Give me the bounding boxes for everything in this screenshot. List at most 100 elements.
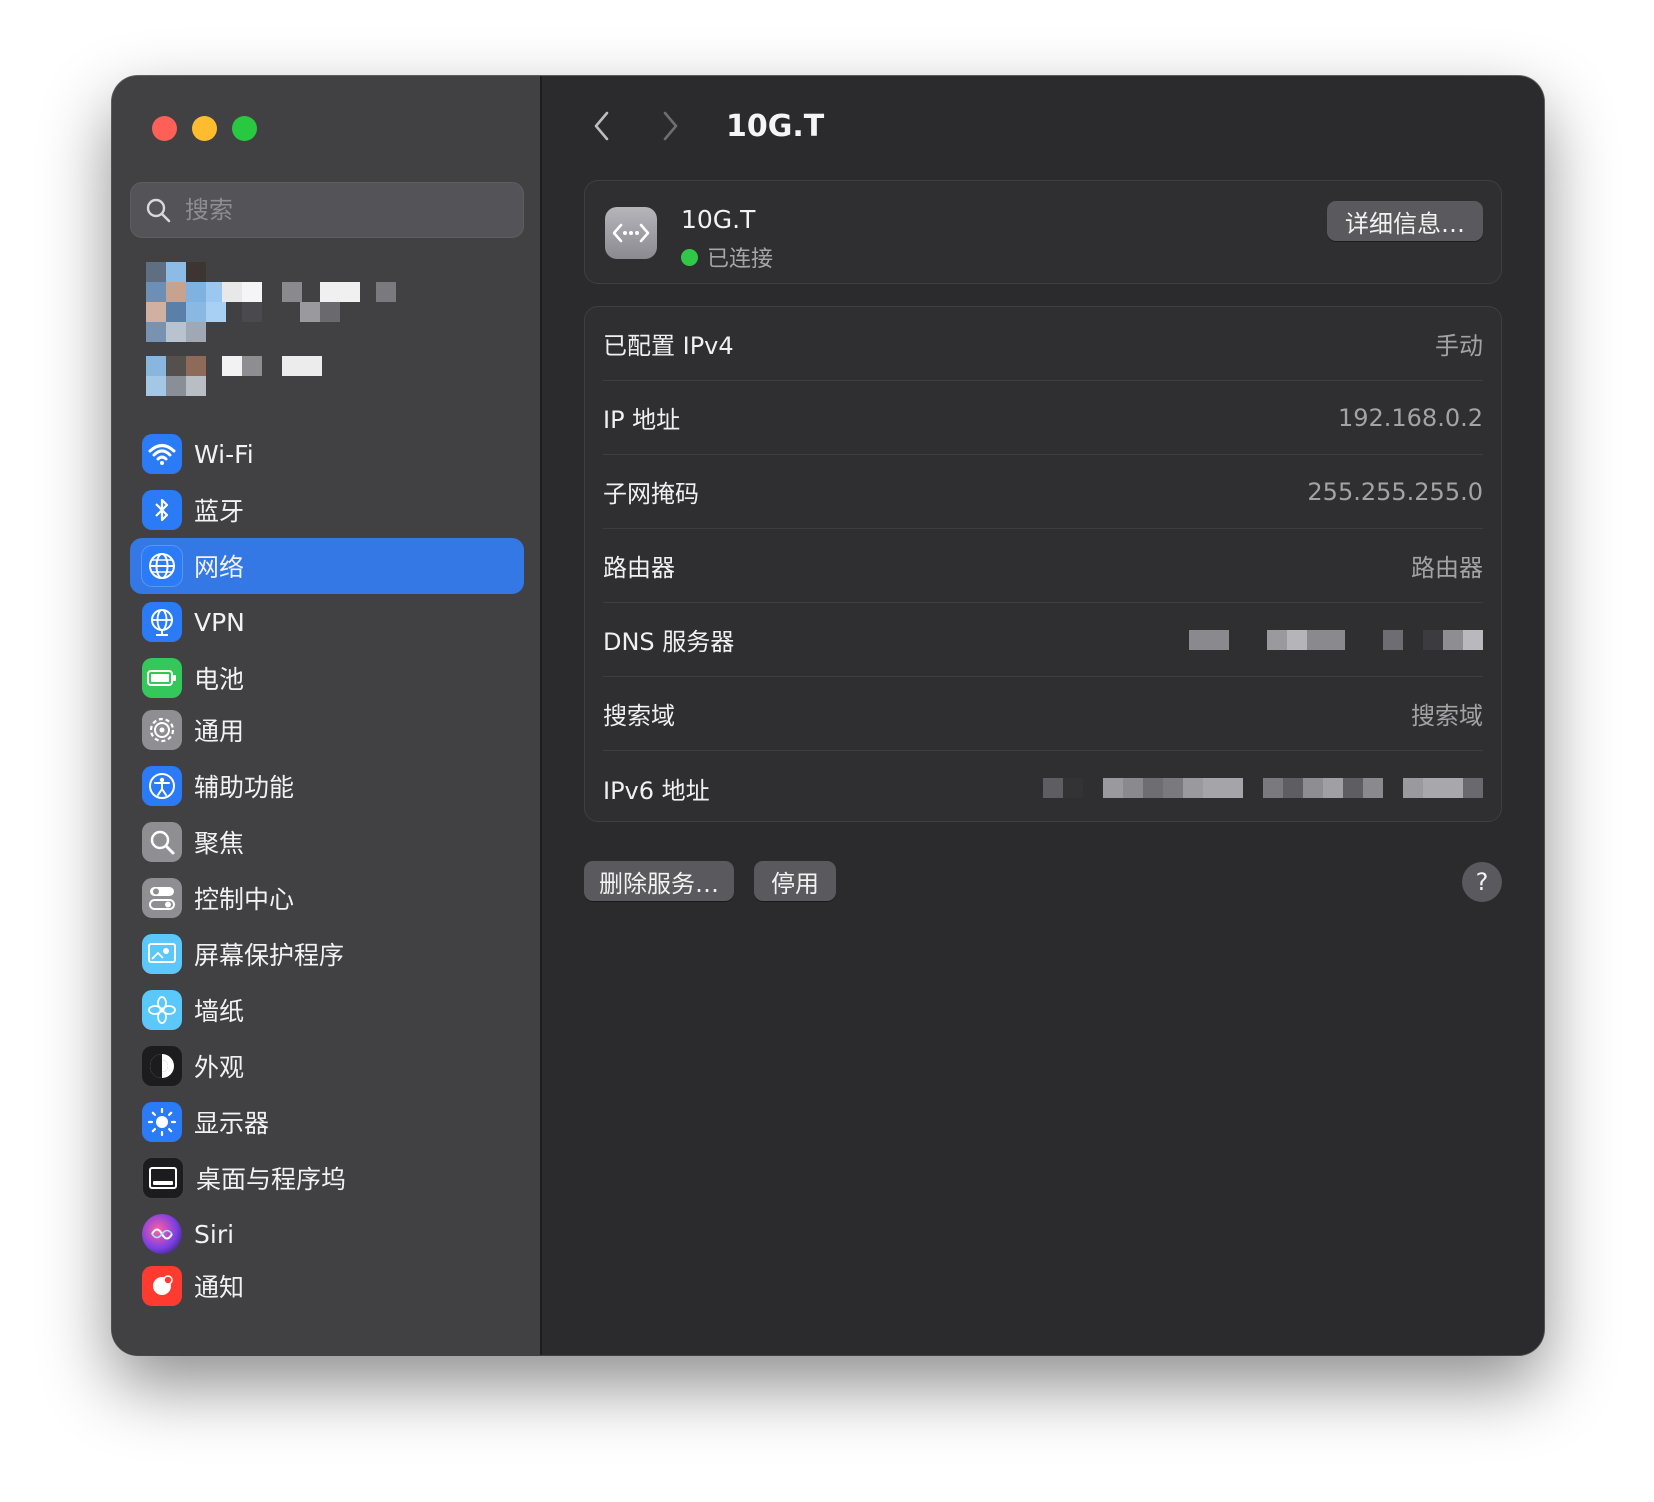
dns-value-pixelated [1189,629,1483,650]
sidebar-item-label: Siri [194,1219,235,1249]
appearance-icon [142,1046,182,1086]
sidebar-item-wifi[interactable]: Wi-Fi [130,426,524,482]
sidebar-item-label: 墙纸 [194,997,245,1026]
sidebar-item-spotlight[interactable]: 聚焦 [130,814,524,870]
row-search-domains: 搜索域 搜索域 [603,677,1483,751]
row-label: 已配置 IPv4 [603,332,734,360]
row-label: IP 地址 [603,406,681,434]
status-connected-dot [681,248,698,266]
sidebar-item-label: 电池 [194,665,245,694]
sun-icon [142,1102,182,1142]
settings-window: Wi-Fi 蓝牙 网络 [112,76,1544,1355]
siri-icon [142,1214,182,1254]
row-ipv6-address: IPv6 地址 [603,751,1483,825]
sidebar-item-label: 桌面与程序坞 [196,1165,347,1194]
sidebar-item-label: 显示器 [194,1109,270,1138]
search-field[interactable] [130,182,524,238]
row-value: 192.168.0.2 [1337,403,1483,432]
sidebar-group-notifications: 通知 [130,1258,524,1314]
sidebar-item-label: 控制中心 [194,885,295,914]
network-details-list: 已配置 IPv4 手动 IP 地址 192.168.0.2 子网掩码 255.2… [584,306,1502,822]
dock-icon [142,1157,184,1199]
row-ip-address: IP 地址 192.168.0.2 [603,381,1483,455]
sidebar-item-general[interactable]: 通用 [130,702,524,758]
accessibility-icon [142,766,182,806]
row-value: 路由器 [1411,554,1483,582]
zoom-button[interactable] [232,116,257,141]
row-label: 搜索域 [603,702,675,730]
remove-service-button[interactable]: 删除服务… [584,861,734,901]
row-value: 搜索域 [1411,702,1483,730]
sidebar-item-label: 屏幕保护程序 [194,941,345,970]
sidebar-item-label: 蓝牙 [194,497,245,526]
row-dns-servers: DNS 服务器 [603,603,1483,677]
sidebar-item-wallpaper[interactable]: 墙纸 [130,982,524,1038]
page-title: 10G.T [726,108,825,144]
row-label: IPv6 地址 [603,776,710,805]
screensaver-icon [142,934,182,974]
minimize-button[interactable] [192,116,217,141]
ipv6-value-pixelated [1043,778,1483,798]
service-actions: 删除服务… 停用 [584,861,836,901]
row-label: 子网掩码 [603,480,699,508]
row-router: 路由器 路由器 [603,529,1483,603]
sidebar-item-label: Wi-Fi [194,439,254,469]
sidebar-item-appearance[interactable]: 外观 [130,1038,524,1094]
status-text: 已连接 [707,247,774,272]
sidebar-item-siri[interactable]: Siri [130,1206,524,1262]
magnifier-icon [142,822,182,862]
main-pane: 10G.T 10G.T 已连接 详细信息… 已配置 IPv4 手动 IP 地址 … [542,76,1544,1355]
search-input[interactable] [183,195,487,225]
sidebar-item-battery[interactable]: 电池 [130,650,524,706]
service-header-card: 10G.T 已连接 详细信息… [584,180,1502,284]
sidebar-item-label: 外观 [194,1053,245,1082]
sidebar-item-bluetooth[interactable]: 蓝牙 [130,482,524,538]
sidebar-item-screensaver[interactable]: 屏幕保护程序 [130,926,524,982]
wifi-icon [142,434,182,474]
sidebar-item-label: 通知 [194,1273,245,1302]
window-controls [152,116,257,141]
bell-icon [142,1266,182,1306]
chevron-right-icon [663,111,678,141]
close-button[interactable] [152,116,177,141]
sidebar-item-accessibility[interactable]: 辅助功能 [130,758,524,814]
sidebar-item-desktop-dock[interactable]: 桌面与程序坞 [130,1150,524,1206]
service-status: 已连接 [681,241,773,273]
row-value: 手动 [1435,332,1483,360]
battery-icon [142,658,182,698]
back-button[interactable] [582,106,622,146]
vpn-globe-icon [142,602,182,642]
toggles-icon [142,878,182,918]
sidebar-item-label: 网络 [194,553,245,582]
service-name: 10G.T [681,205,756,234]
search-icon [146,198,171,223]
sidebar: Wi-Fi 蓝牙 网络 [112,76,542,1355]
help-button[interactable]: ? [1462,862,1502,902]
sidebar-item-displays[interactable]: 显示器 [130,1094,524,1150]
sidebar-item-vpn[interactable]: VPN [130,594,524,650]
details-button[interactable]: 详细信息… [1327,201,1483,241]
sidebar-item-network[interactable]: 网络 [130,538,524,594]
sidebar-item-label: 聚焦 [194,829,245,858]
forward-button[interactable] [650,106,690,146]
sidebar-item-notifications[interactable]: 通知 [130,1258,524,1314]
disable-service-button[interactable]: 停用 [754,861,836,901]
sidebar-item-label: 辅助功能 [194,773,295,802]
toolbar: 10G.T [582,96,824,156]
sidebar-group-connectivity: Wi-Fi 蓝牙 网络 VPN 电池 [130,426,524,706]
row-value: 255.255.255.0 [1307,477,1483,506]
sidebar-item-label: 通用 [194,717,245,746]
row-ipv4-configured: 已配置 IPv4 手动 [603,307,1483,381]
bluetooth-icon [142,490,182,530]
flower-icon [142,990,182,1030]
row-subnet-mask: 子网掩码 255.255.255.0 [603,455,1483,529]
sidebar-group-system: 通用 辅助功能 聚焦 控制中心 屏幕保护程序 墙纸 外观 显示器 桌面与程序坞 … [130,702,524,1262]
sidebar-item-label: VPN [194,607,245,637]
row-label: DNS 服务器 [603,628,735,656]
globe-icon [142,546,182,586]
row-label: 路由器 [603,554,675,582]
ethernet-icon [605,207,657,259]
gear-icon [142,710,182,750]
sidebar-item-control-center[interactable]: 控制中心 [130,870,524,926]
chevron-left-icon [594,111,609,141]
